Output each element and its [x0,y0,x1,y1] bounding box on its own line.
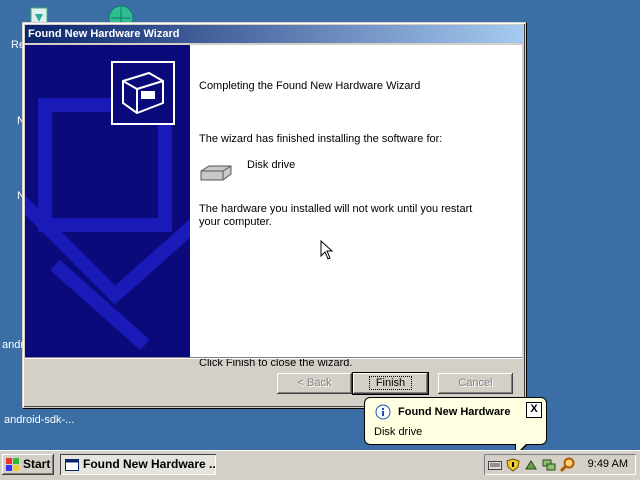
wizard-titlebar[interactable]: Found New Hardware Wizard [25,25,523,43]
wizard-body: Completing the Found New Hardware Wizard… [25,45,522,369]
restart-notice-line2: your computer. [199,216,272,228]
window-app-icon [65,459,79,471]
clock[interactable]: 9:49 AM [588,454,628,475]
notification-balloon[interactable]: Found New Hardware X Disk drive [364,397,547,445]
task-label: Found New Hardware ... [83,457,216,471]
balloon-title: Found New Hardware [398,406,511,418]
wizard-finished-text: The wizard has finished installing the s… [199,133,443,145]
wizard-window: Found New Hardware Wizard Completing the [22,22,526,408]
finish-button-label: Finish [368,376,413,390]
windows-logo-icon [6,458,19,471]
keyboard-icon[interactable] [488,459,502,471]
restart-notice-line1: The hardware you installed will not work… [199,203,473,215]
taskbar: Start Found New Hardware ... 9:49 AM [0,450,640,480]
wizard-content: Completing the Found New Hardware Wizard… [199,45,519,369]
system-tray: 9:49 AM [484,454,636,475]
start-button[interactable]: Start [2,454,54,475]
device-name: Disk drive [247,159,296,171]
desktop-folder-android-sdk[interactable]: android-sdk-... [4,414,74,426]
safely-remove-hardware-icon[interactable] [524,458,538,472]
disk-drive-icon [200,165,232,181]
button-row-separator [25,357,522,359]
search-magnifier-icon[interactable] [560,457,576,473]
security-shield-icon[interactable] [506,458,520,472]
start-label: Start [23,457,51,471]
wizard-title: Found New Hardware Wizard [28,28,180,40]
wizard-heading: Completing the Found New Hardware Wizard [199,80,421,92]
mouse-cursor-icon [320,240,334,260]
finish-button[interactable]: Finish [352,372,429,395]
wizard-side-banner [25,45,190,357]
back-button[interactable]: < Back [277,373,352,394]
hardware-wizard-logo [111,61,175,125]
desktop-label-partial-4: andr [2,339,25,351]
info-icon [375,404,391,420]
cancel-button[interactable]: Cancel [438,373,513,394]
hardware-card-icon [122,71,164,115]
balloon-message: Disk drive [374,426,423,438]
taskbar-item-found-new-hardware[interactable]: Found New Hardware ... [60,454,216,475]
balloon-close-button[interactable]: X [526,402,542,418]
network-connection-icon[interactable] [542,458,556,472]
